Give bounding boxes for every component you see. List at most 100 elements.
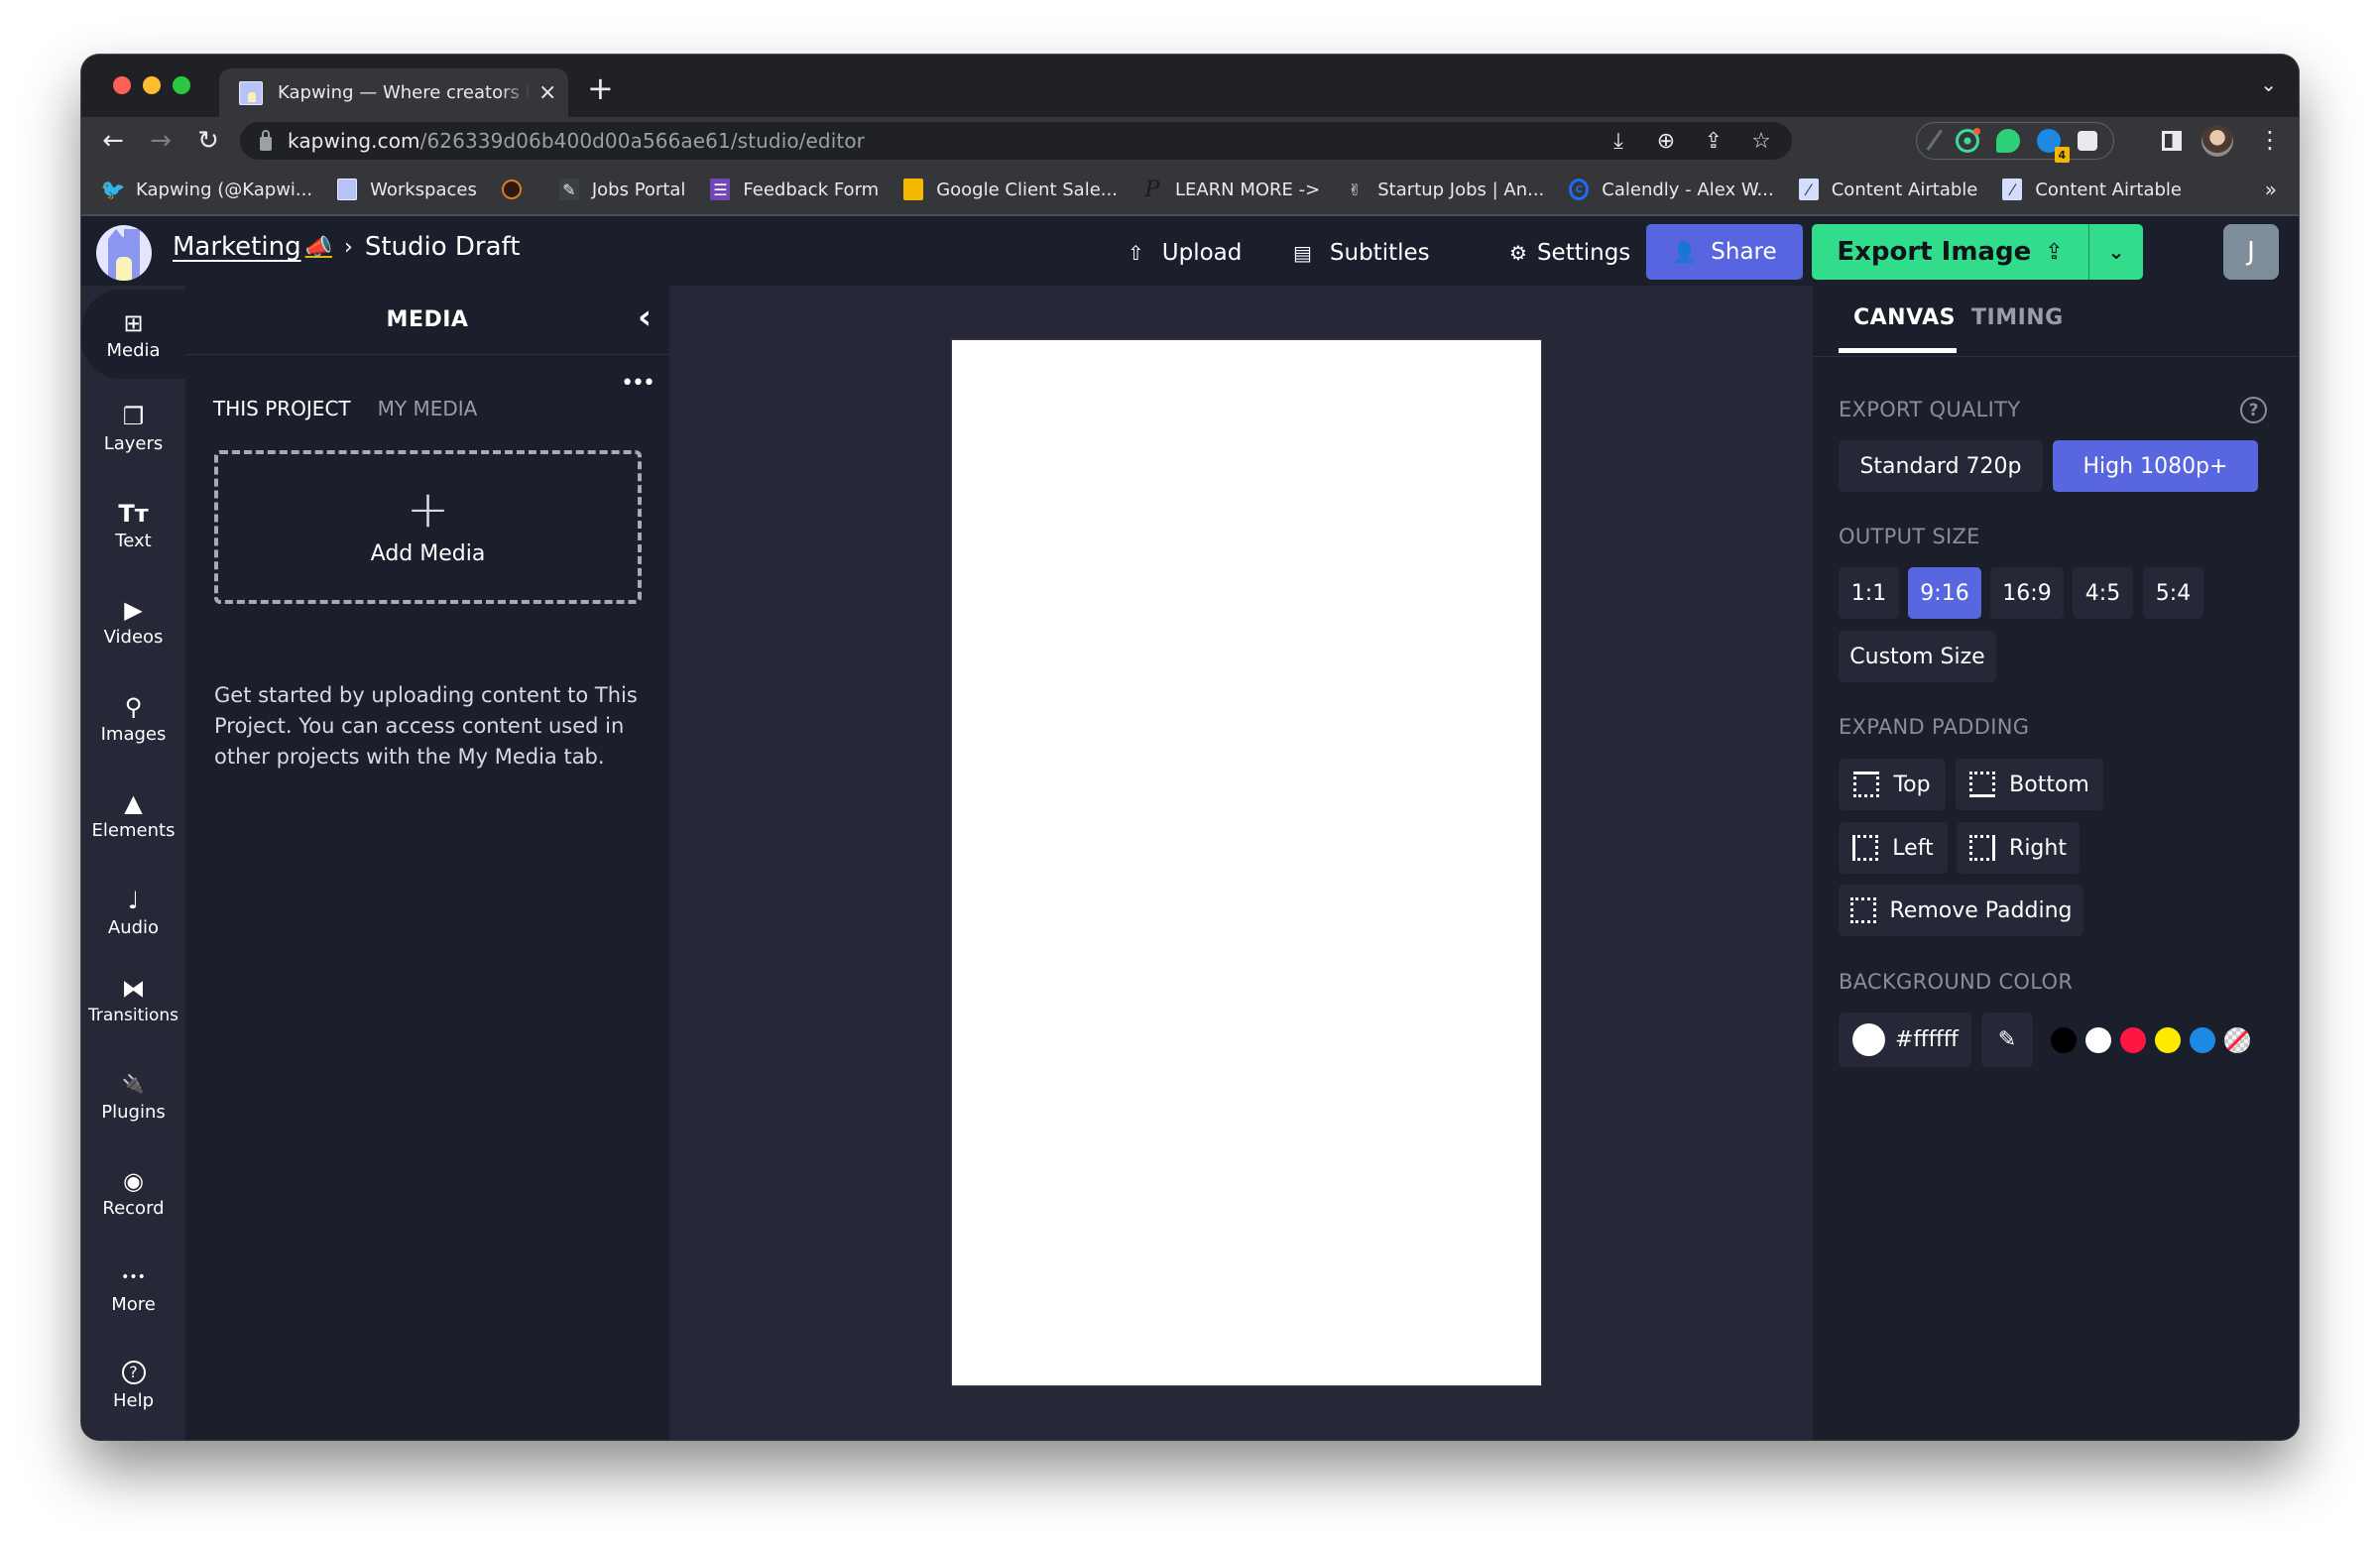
minimize-window-button[interactable] bbox=[143, 76, 161, 94]
bookmark-item[interactable]: C Calendly - Alex W... bbox=[1569, 179, 1774, 200]
browser-menu-icon[interactable]: ⋮ bbox=[2258, 125, 2282, 155]
bookmark-item[interactable]: Workspaces bbox=[337, 179, 477, 200]
bookmark-item[interactable]: ✎ Jobs Portal bbox=[558, 179, 685, 200]
background-color-input[interactable]: #ffffff bbox=[1839, 1013, 1971, 1067]
tab-my-media[interactable]: MY MEDIA bbox=[378, 397, 478, 420]
amplitude-extension-icon[interactable]: 4 bbox=[2036, 129, 2070, 163]
address-bar[interactable]: kapwing.com/626339d06b400d00a566ae61/stu… bbox=[240, 122, 1792, 160]
share-button[interactable]: 👤 Share bbox=[1646, 224, 1803, 280]
pad-top-button[interactable]: Top bbox=[1839, 759, 1946, 810]
remove-padding-button[interactable]: Remove Padding bbox=[1839, 885, 2083, 936]
swatch-transparent[interactable] bbox=[2224, 1027, 2250, 1053]
collapse-panel-chevron-icon[interactable]: ‹ bbox=[638, 298, 652, 337]
tab-canvas[interactable]: CANVAS bbox=[1853, 305, 1956, 330]
pencil-icon: ✎ bbox=[558, 179, 579, 200]
settings-button[interactable]: ⚙ Settings bbox=[1509, 230, 1630, 276]
rail-item-plugins[interactable]: 🔌 Plugins bbox=[81, 1051, 185, 1140]
bookmark-item[interactable]: ☰ Feedback Form bbox=[710, 179, 879, 200]
share-page-icon[interactable]: ⇪ bbox=[1701, 126, 1726, 156]
chat-extension-icon[interactable] bbox=[1995, 129, 2020, 153]
bookmark-item[interactable]: P LEARN MORE -> bbox=[1142, 178, 1321, 202]
team-avatar[interactable] bbox=[96, 225, 152, 281]
pen-extension-icon[interactable] bbox=[1927, 129, 1946, 153]
url-text[interactable]: kapwing.com/626339d06b400d00a566ae61/stu… bbox=[288, 129, 865, 153]
maximize-window-button[interactable] bbox=[173, 76, 190, 94]
help-icon: ? bbox=[121, 1360, 146, 1384]
browser-tab[interactable]: Kapwing — Where creators bring ideas to … bbox=[219, 68, 568, 117]
size-9-16-button[interactable]: 9:16 bbox=[1908, 567, 1981, 619]
kapwing-icon bbox=[337, 179, 358, 200]
rail-item-text[interactable]: Tт Text bbox=[81, 480, 185, 569]
extensions-puzzle-icon[interactable] bbox=[2077, 131, 2097, 151]
gear-icon: ⚙ bbox=[1509, 241, 1527, 265]
eyedropper-button[interactable]: ✎ bbox=[1981, 1013, 2033, 1067]
bookmark-item[interactable]: 🐦 Kapwing (@Kapwi... bbox=[100, 178, 313, 201]
more-options-icon[interactable]: ••• bbox=[621, 371, 655, 396]
bookmark-item[interactable] bbox=[501, 179, 535, 199]
close-tab-icon[interactable]: × bbox=[538, 80, 556, 105]
pad-right-button[interactable]: Right bbox=[1957, 822, 2080, 874]
rail-item-media[interactable]: ⊞ Media bbox=[81, 290, 185, 379]
new-tab-button[interactable]: + bbox=[587, 68, 614, 108]
bookmark-star-icon[interactable]: ☆ bbox=[1748, 126, 1774, 156]
peace-hand-icon: ✌ bbox=[1348, 179, 1362, 199]
project-title[interactable]: Studio Draft bbox=[365, 232, 521, 262]
swatch-white[interactable] bbox=[2085, 1027, 2111, 1053]
bookmark-item[interactable]: ⁄ Content Airtable bbox=[1798, 179, 1977, 200]
rail-item-layers[interactable]: ❐ Layers bbox=[81, 383, 185, 472]
bookmarks-overflow-icon[interactable]: » bbox=[2265, 178, 2277, 201]
ring-extension-icon[interactable] bbox=[1956, 128, 1981, 153]
rail-item-images[interactable]: ⚲ Images bbox=[81, 673, 185, 763]
slides-icon bbox=[903, 179, 924, 200]
rail-item-elements[interactable]: ▲ Elements bbox=[81, 770, 185, 859]
plug-icon: 🔌 bbox=[122, 1073, 145, 1095]
export-image-button[interactable]: Export Image ⇪ bbox=[1812, 224, 2089, 280]
tab-search-chevron-icon[interactable]: ⌄ bbox=[2260, 72, 2277, 96]
add-media-dropzone[interactable]: + Add Media bbox=[214, 450, 642, 604]
size-4-5-button[interactable]: 4:5 bbox=[2073, 567, 2133, 619]
profile-avatar[interactable] bbox=[2202, 125, 2233, 157]
size-1-1-button[interactable]: 1:1 bbox=[1839, 567, 1899, 619]
quality-standard-button[interactable]: Standard 720p bbox=[1839, 440, 2043, 492]
canvas-artboard[interactable] bbox=[952, 340, 1541, 1385]
swatch-yellow[interactable] bbox=[2155, 1027, 2181, 1053]
pad-bottom-button[interactable]: Bottom bbox=[1956, 759, 2103, 810]
side-panel-icon[interactable] bbox=[2162, 131, 2182, 151]
rail-item-videos[interactable]: ▶ Videos bbox=[81, 576, 185, 665]
user-avatar[interactable]: J bbox=[2223, 224, 2279, 280]
swatch-black[interactable] bbox=[2051, 1027, 2077, 1053]
upload-button[interactable]: ⇧ Upload bbox=[1128, 230, 1242, 276]
swatch-blue[interactable] bbox=[2190, 1027, 2215, 1053]
back-button[interactable]: ← bbox=[95, 123, 131, 159]
bookmarks-bar: 🐦 Kapwing (@Kapwi... Workspaces ✎ Jobs Por… bbox=[81, 165, 2299, 216]
rail-item-record[interactable]: ◉ Record bbox=[81, 1147, 185, 1237]
twitter-icon: 🐦 bbox=[100, 178, 126, 201]
rail-item-help[interactable]: ? Help bbox=[81, 1341, 185, 1430]
rail-item-transitions[interactable]: ⧓ Transitions bbox=[81, 955, 185, 1044]
pad-left-button[interactable]: Left bbox=[1839, 822, 1948, 874]
zoom-icon[interactable]: ⊕ bbox=[1653, 126, 1679, 156]
more-dots-icon: ••• bbox=[121, 1268, 146, 1285]
size-5-4-button[interactable]: 5:4 bbox=[2143, 567, 2203, 619]
install-app-icon[interactable]: ⤓ bbox=[1606, 126, 1631, 156]
bookmark-item[interactable]: Google Client Sale... bbox=[903, 179, 1118, 200]
swatch-red[interactable] bbox=[2120, 1027, 2146, 1053]
custom-size-button[interactable]: Custom Size bbox=[1839, 631, 1996, 682]
bookmark-item[interactable]: ⁄ Content Airtable bbox=[2002, 179, 2182, 200]
reload-button[interactable]: ↻ bbox=[190, 123, 226, 159]
add-user-icon: 👤 bbox=[1672, 240, 1698, 264]
rail-item-audio[interactable]: ♩ Audio bbox=[81, 867, 185, 956]
help-circle-icon[interactable]: ? bbox=[2240, 397, 2267, 423]
team-link[interactable]: Marketing bbox=[173, 232, 301, 262]
close-window-button[interactable] bbox=[113, 76, 131, 94]
forward-button[interactable]: → bbox=[143, 123, 178, 159]
tab-this-project[interactable]: THIS PROJECT bbox=[213, 397, 351, 420]
size-16-9-button[interactable]: 16:9 bbox=[1990, 567, 2064, 619]
subtitles-button[interactable]: ▤ Subtitles bbox=[1293, 230, 1430, 276]
bookmark-item[interactable]: ✌ Startup Jobs | An... bbox=[1345, 179, 1545, 200]
quality-high-button[interactable]: High 1080p+ bbox=[2053, 440, 2258, 492]
rail-item-more[interactable]: ••• More bbox=[81, 1244, 185, 1333]
tab-timing[interactable]: TIMING bbox=[1971, 305, 2064, 330]
export-options-chevron-icon[interactable]: ⌄ bbox=[2089, 224, 2143, 280]
media-panel: MEDIA ‹ ••• THIS PROJECT MY MEDIA + Add … bbox=[185, 286, 669, 1440]
